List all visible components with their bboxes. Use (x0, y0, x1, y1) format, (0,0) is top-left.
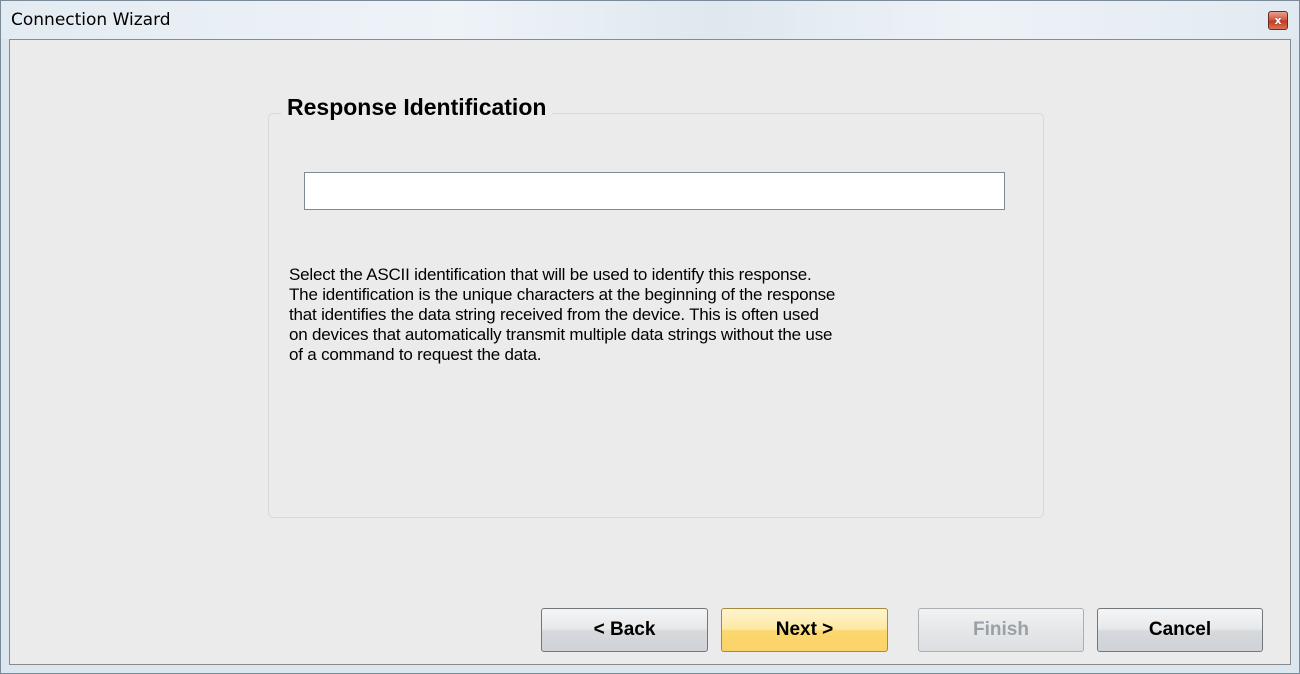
identification-input[interactable] (304, 172, 1005, 210)
title-bar[interactable]: Connection Wizard x (1, 1, 1299, 39)
cancel-button[interactable]: Cancel (1097, 608, 1263, 652)
description-line: Select the ASCII identification that wil… (289, 265, 812, 284)
group-title: Response Identification (281, 94, 553, 121)
description-text: Select the ASCII identification that wil… (289, 265, 1009, 365)
back-button[interactable]: < Back (541, 608, 708, 652)
connection-wizard-window: Connection Wizard x Response Identificat… (0, 0, 1300, 674)
close-button[interactable]: x (1268, 11, 1288, 30)
description-line: of a command to request the data. (289, 345, 542, 364)
description-line: on devices that automatically transmit m… (289, 325, 833, 344)
close-icon: x (1274, 14, 1282, 27)
description-line: that identifies the data string received… (289, 305, 819, 324)
finish-button: Finish (918, 608, 1084, 652)
response-identification-group: Response Identification Select the ASCII… (268, 94, 1044, 518)
wizard-page: Response Identification Select the ASCII… (9, 39, 1291, 665)
next-button[interactable]: Next > (721, 608, 888, 652)
description-line: The identification is the unique charact… (289, 285, 836, 304)
window-title: Connection Wizard (11, 10, 171, 30)
